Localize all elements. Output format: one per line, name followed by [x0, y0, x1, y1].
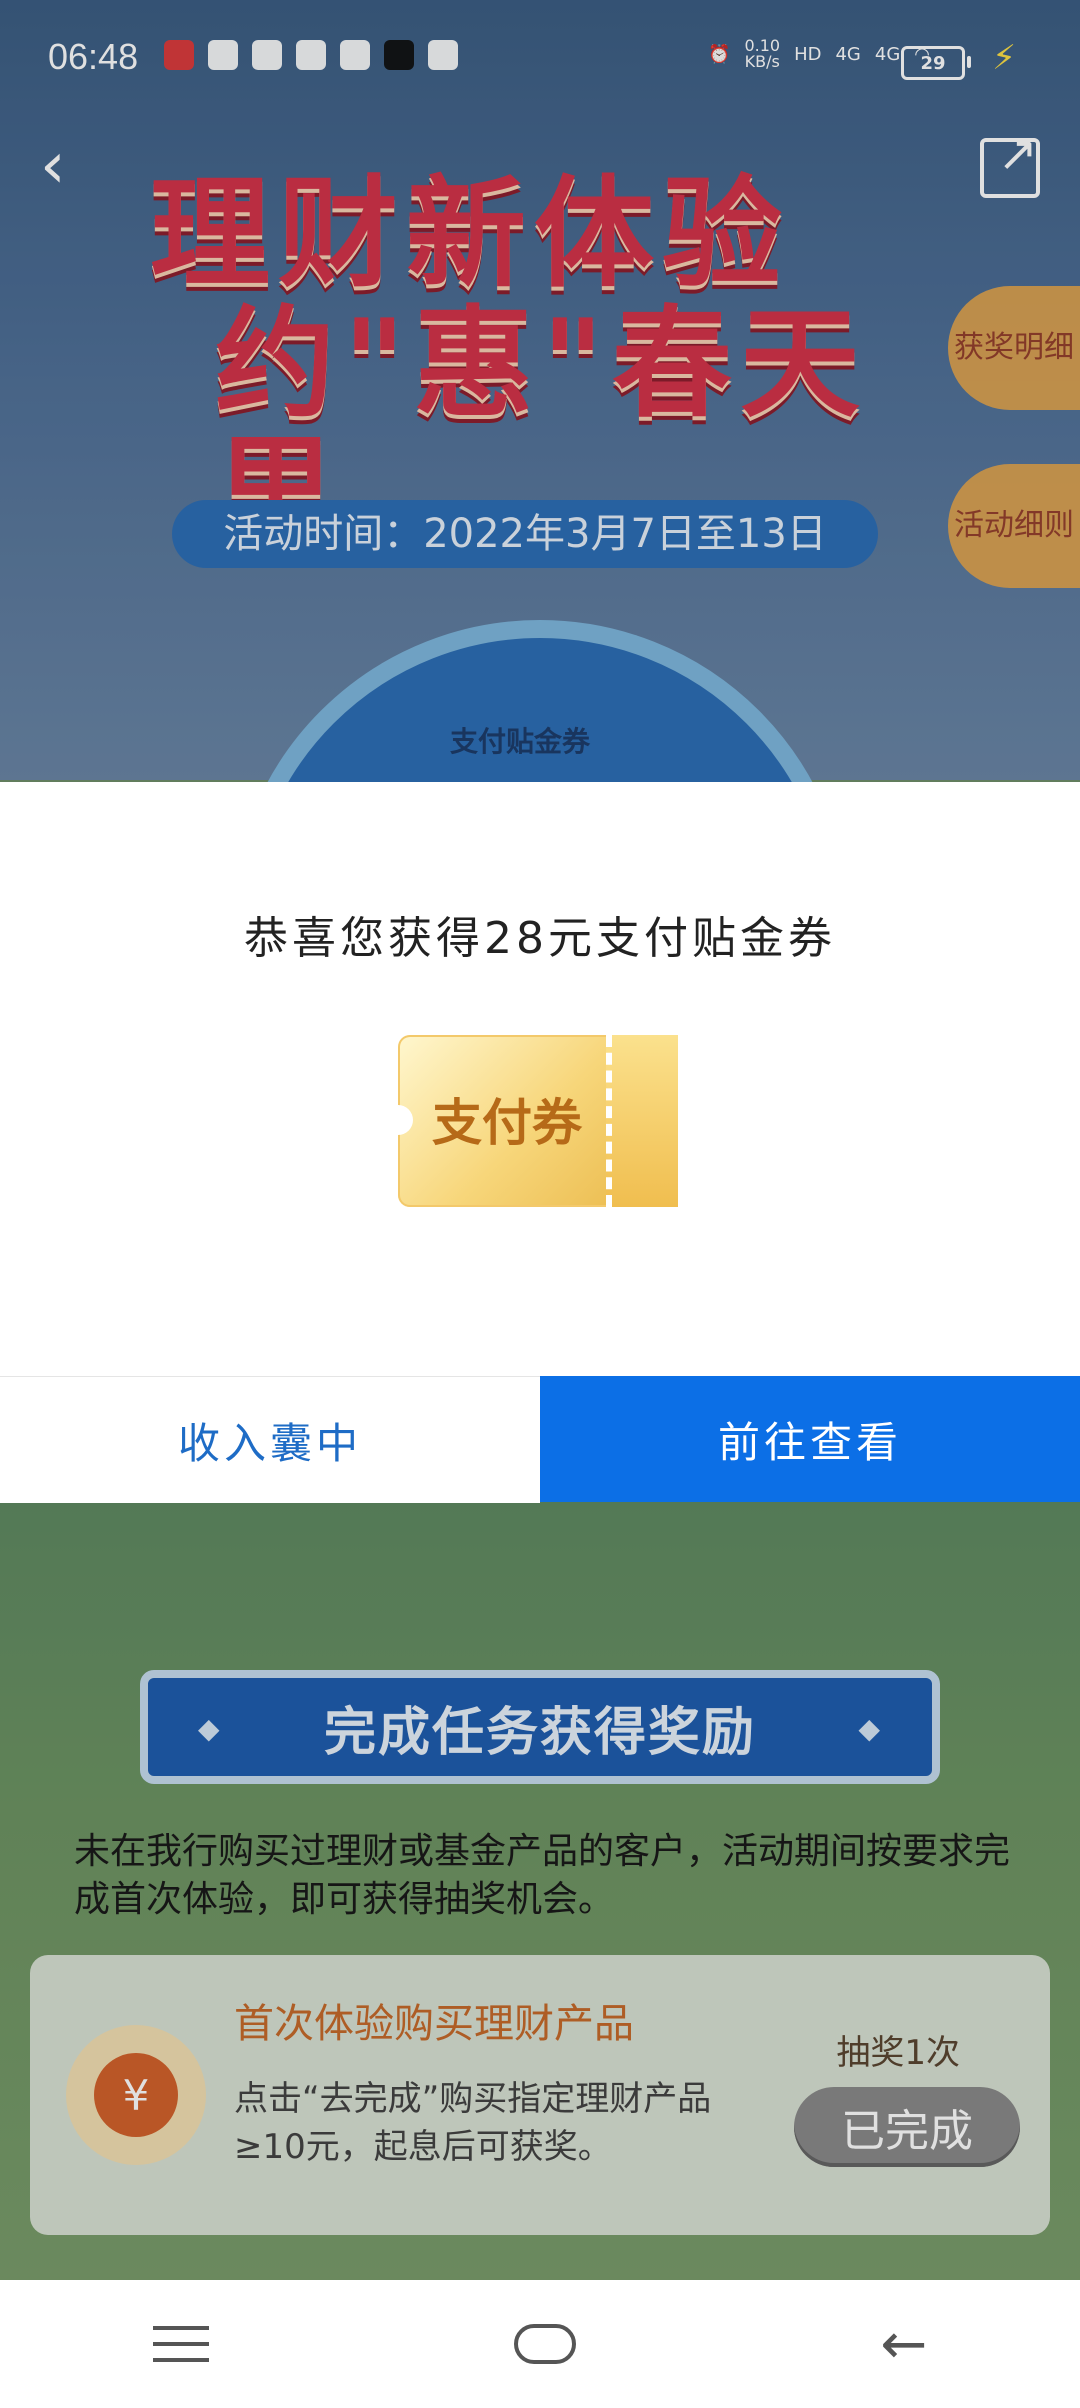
- ticket-notch: [383, 1105, 413, 1135]
- ticket-label: 支付券: [432, 1094, 582, 1152]
- payment-coupon-image: 支付券: [383, 1035, 693, 1207]
- modal-buttons: 收入囊中 前往查看: [0, 1376, 1080, 1503]
- reward-modal: 恭喜您获得28元支付贴金券 支付券 收入囊中 前往查看: [0, 782, 1080, 1503]
- home-icon[interactable]: [513, 2324, 576, 2364]
- ticket-stub: [606, 1035, 678, 1207]
- collect-button[interactable]: 收入囊中: [0, 1376, 540, 1503]
- modal-title: 恭喜您获得28元支付贴金券: [244, 913, 836, 964]
- view-button[interactable]: 前往查看: [540, 1376, 1080, 1502]
- back-nav-icon[interactable]: ←: [881, 2312, 928, 2377]
- system-nav-bar: ←: [0, 2280, 1080, 2408]
- menu-icon[interactable]: [152, 2326, 209, 2362]
